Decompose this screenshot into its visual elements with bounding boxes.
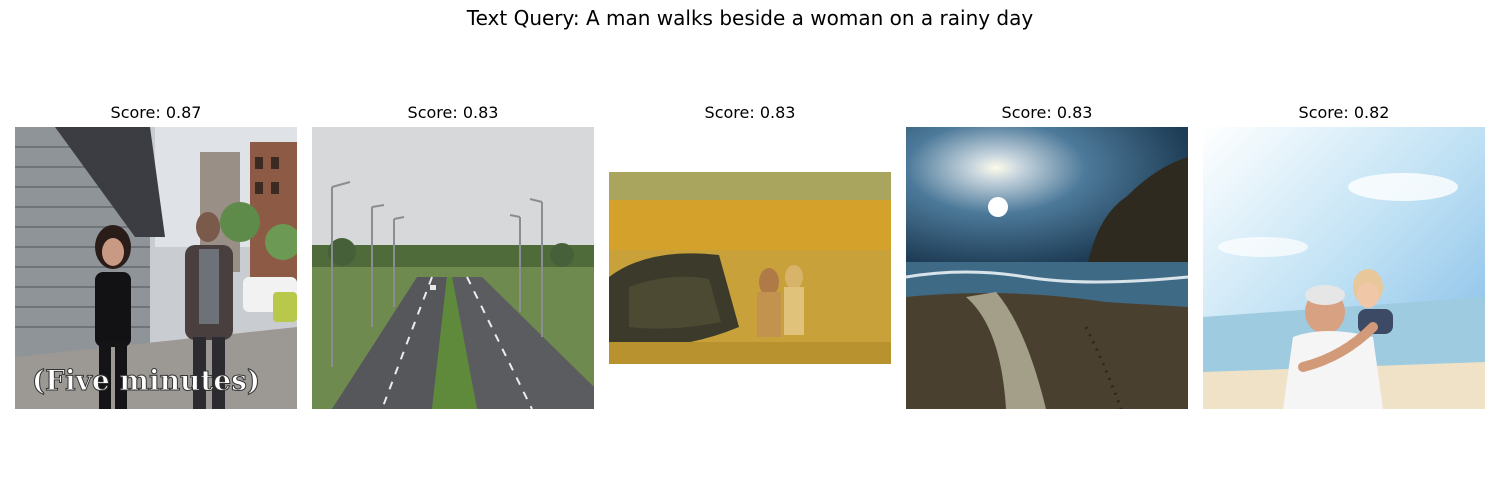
result-image-street[interactable]: (Five minutes) [15, 127, 297, 409]
result-card[interactable]: Score: 0.83 [609, 100, 891, 410]
result-card[interactable]: Score: 0.82 [1203, 100, 1485, 410]
result-image-painting[interactable] [609, 127, 891, 409]
score-label: Score: 0.87 [110, 103, 202, 122]
score-label: Score: 0.83 [704, 103, 796, 122]
figure-title: Text Query: A man walks beside a woman o… [466, 6, 1034, 30]
score-label: Score: 0.82 [1298, 103, 1390, 122]
result-image-beach[interactable] [906, 127, 1188, 409]
score-label: Score: 0.83 [1001, 103, 1093, 122]
result-card[interactable]: Score: 0.87 (Five minutes) [15, 100, 297, 410]
result-image-highway[interactable] [312, 127, 594, 409]
result-card[interactable]: Score: 0.83 [312, 100, 594, 410]
image-caption-overlay: (Five minutes) [32, 364, 260, 397]
result-card[interactable]: Score: 0.83 [906, 100, 1188, 410]
score-label: Score: 0.83 [407, 103, 499, 122]
result-image-couple[interactable] [1203, 127, 1485, 409]
